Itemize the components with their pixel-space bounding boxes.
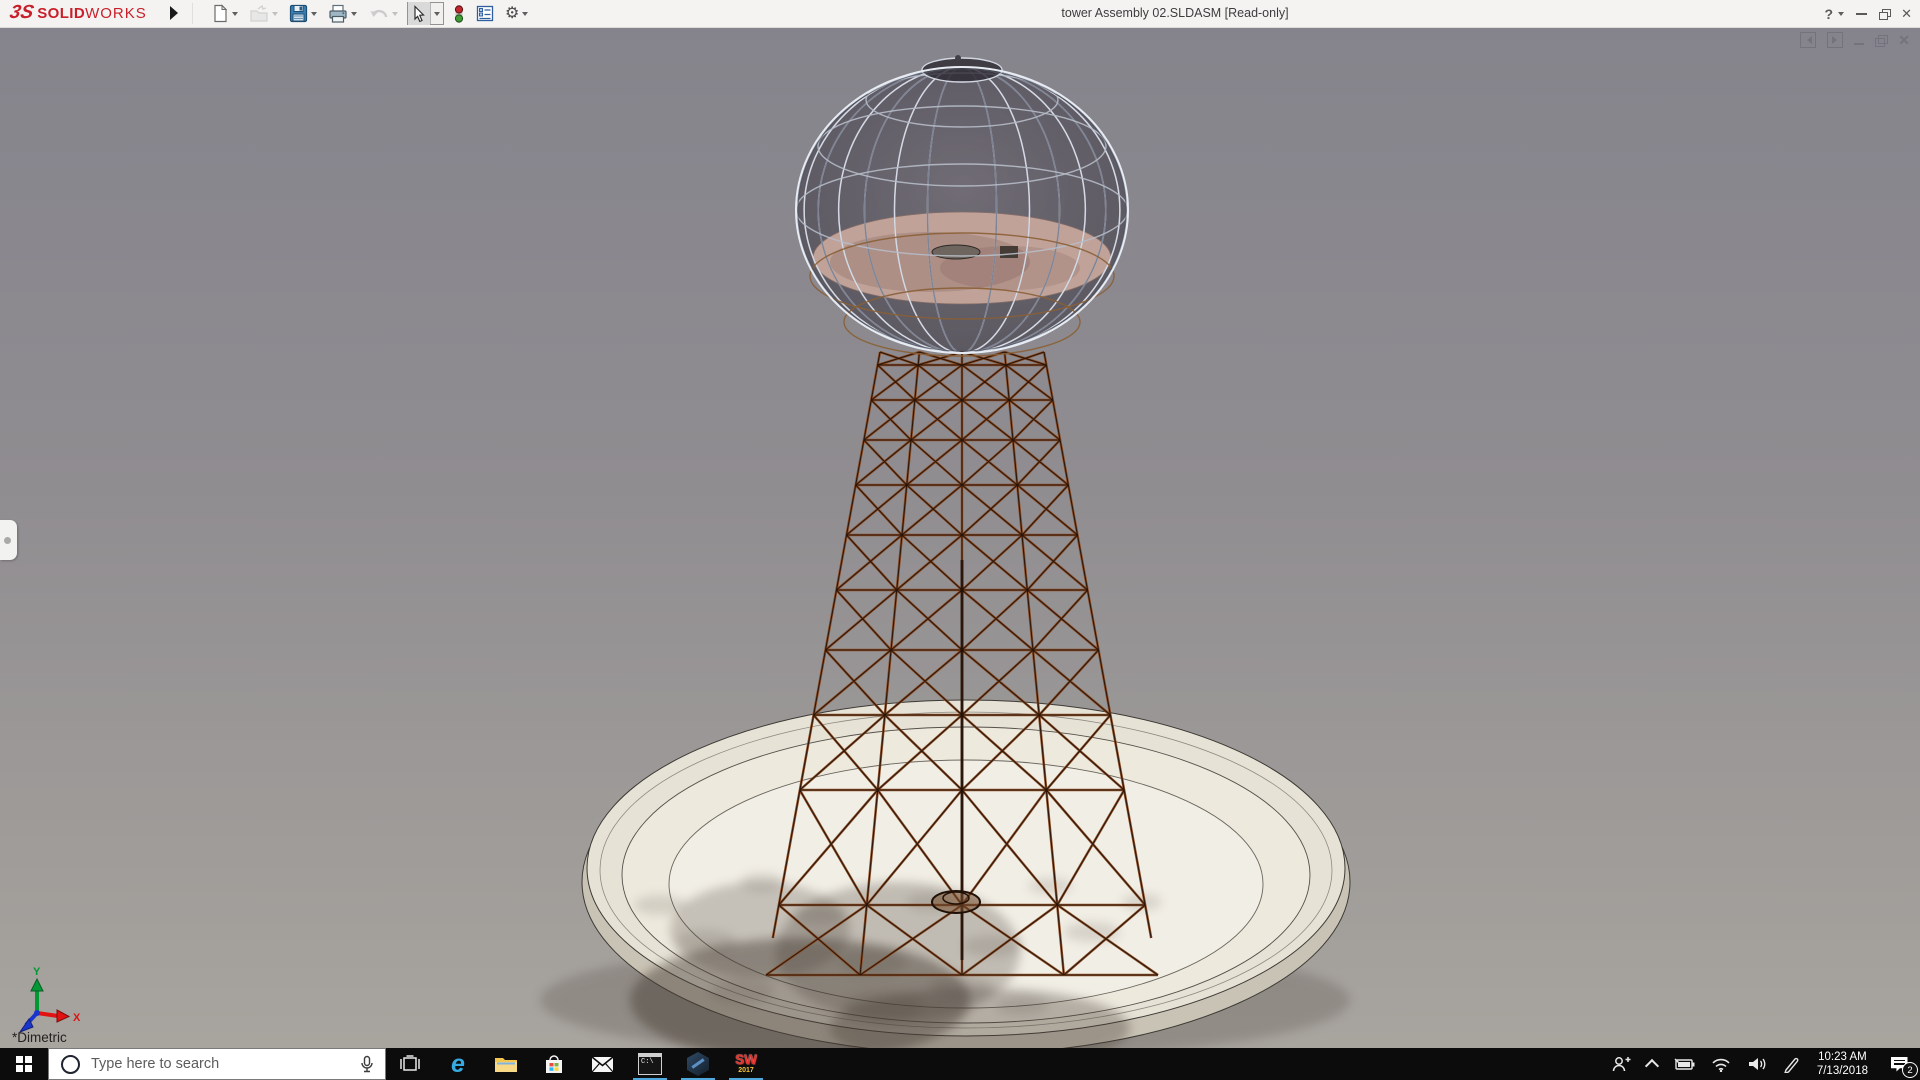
taskbar-app-store[interactable] bbox=[530, 1048, 578, 1080]
feature-tree-collapse-tab[interactable] bbox=[0, 520, 17, 560]
previous-window-icon[interactable] bbox=[1800, 32, 1817, 48]
speaker-icon bbox=[1748, 1058, 1766, 1070]
pen-button[interactable] bbox=[1775, 1048, 1807, 1080]
brand-works: WORKS bbox=[85, 5, 147, 22]
clock-time: 10:23 AM bbox=[1818, 1051, 1867, 1063]
taskbar-app-command-prompt[interactable]: C:\ bbox=[626, 1048, 674, 1080]
new-dropdown-caret[interactable] bbox=[232, 12, 238, 19]
mail-icon bbox=[590, 1055, 614, 1072]
options-dropdown-caret[interactable] bbox=[522, 12, 529, 19]
solidworks-2017-icon: SW 2017 bbox=[735, 1052, 757, 1074]
people-button[interactable] bbox=[1603, 1048, 1639, 1080]
search-input[interactable] bbox=[89, 1055, 359, 1073]
open-dropdown-caret bbox=[272, 12, 278, 19]
pen-icon bbox=[1784, 1057, 1799, 1073]
print-dropdown-caret[interactable] bbox=[351, 12, 357, 19]
task-view-icon bbox=[400, 1055, 420, 1071]
window-controls: ? ✕ bbox=[1825, 0, 1912, 27]
view-orientation-label: *Dimetric bbox=[12, 1030, 67, 1045]
taskbar-app-edge[interactable]: e bbox=[434, 1048, 482, 1080]
3ds-mark: 3S bbox=[7, 2, 36, 23]
traffic-light-icon bbox=[454, 4, 464, 23]
windows-taskbar: e C: bbox=[0, 1048, 1920, 1080]
select-dropdown-button[interactable] bbox=[430, 3, 443, 24]
select-tool-group bbox=[407, 2, 444, 25]
battery-icon bbox=[1674, 1058, 1695, 1070]
file-properties-button[interactable] bbox=[474, 4, 496, 23]
tab-dot-icon bbox=[4, 536, 11, 544]
hidden-icons-button[interactable] bbox=[1639, 1048, 1665, 1080]
undo-icon bbox=[370, 9, 388, 17]
cortana-icon bbox=[61, 1054, 80, 1074]
brand-solid: SOLID bbox=[37, 5, 86, 22]
file-properties-icon bbox=[476, 5, 494, 22]
windows-logo-icon bbox=[16, 1056, 32, 1072]
taskbar-app-file-explorer[interactable] bbox=[482, 1048, 530, 1080]
reference-triad: Y X Z bbox=[17, 966, 81, 1033]
select-cursor-icon bbox=[414, 4, 425, 22]
quick-access-toolbar: ⚙ bbox=[210, 1, 530, 26]
taskbar-app-composer[interactable] bbox=[674, 1048, 722, 1080]
file-explorer-icon bbox=[495, 1058, 517, 1072]
help-button[interactable]: ? bbox=[1825, 6, 1834, 22]
menu-flyout-arrow-icon[interactable] bbox=[170, 6, 178, 20]
graphics-area[interactable]: ✕ Y X Z *Dimetric bbox=[0, 28, 1920, 1048]
triad-x-label: X bbox=[73, 1012, 81, 1024]
triad-axes bbox=[18, 977, 71, 1033]
volume-button[interactable] bbox=[1739, 1048, 1775, 1080]
save-icon bbox=[289, 4, 308, 23]
doc-minimize-icon[interactable] bbox=[1854, 42, 1865, 46]
command-prompt-icon: C:\ bbox=[638, 1053, 662, 1075]
taskbar-clock[interactable]: 10:23 AM 7/13/2018 bbox=[1807, 1048, 1878, 1080]
help-dropdown-caret[interactable] bbox=[1838, 11, 1845, 19]
gear-icon: ⚙ bbox=[505, 4, 520, 22]
taskbar-app-mail[interactable] bbox=[578, 1048, 626, 1080]
toolbar-separator bbox=[192, 3, 193, 24]
document-title: tower Assembly 02.SLDASM [Read-only] bbox=[1061, 6, 1289, 20]
minimize-button[interactable] bbox=[1856, 12, 1868, 15]
solidworks-window: 3S SOLID WORKS ⚙ tower Assembly 02.SLDAS… bbox=[0, 0, 1920, 1080]
clock-date: 7/13/2018 bbox=[1816, 1065, 1868, 1077]
people-icon bbox=[1612, 1057, 1631, 1072]
print-button[interactable] bbox=[326, 3, 359, 24]
edge-icon: e bbox=[451, 1050, 465, 1078]
battery-button[interactable] bbox=[1665, 1048, 1703, 1080]
chevron-up-icon bbox=[1644, 1058, 1659, 1074]
options-button[interactable]: ⚙ bbox=[503, 4, 530, 24]
doc-close-icon[interactable]: ✕ bbox=[1898, 33, 1910, 47]
select-tool-button[interactable] bbox=[408, 2, 430, 25]
select-dropdown-caret bbox=[434, 12, 440, 19]
triad-y-label: Y bbox=[33, 966, 41, 978]
wifi-button[interactable] bbox=[1703, 1048, 1739, 1080]
next-window-icon[interactable] bbox=[1827, 32, 1844, 48]
save-button[interactable] bbox=[287, 3, 319, 24]
wifi-icon bbox=[1712, 1058, 1730, 1072]
store-icon bbox=[546, 1054, 562, 1073]
taskbar-app-solidworks[interactable]: SW 2017 bbox=[722, 1048, 770, 1080]
document-window-controls: ✕ bbox=[1800, 32, 1910, 48]
notification-badge: 2 bbox=[1902, 1062, 1918, 1078]
action-center-button[interactable]: 2 bbox=[1878, 1048, 1920, 1080]
taskbar-search[interactable] bbox=[48, 1048, 386, 1080]
interference-detection-button[interactable] bbox=[451, 3, 467, 25]
title-bar: 3S SOLID WORKS ⚙ tower Assembly 02.SLDAS… bbox=[0, 0, 1920, 28]
close-button[interactable]: ✕ bbox=[1901, 6, 1912, 22]
undo-button bbox=[366, 4, 400, 24]
new-document-icon bbox=[214, 4, 228, 23]
print-icon bbox=[329, 4, 347, 23]
start-button[interactable] bbox=[0, 1048, 48, 1080]
undo-dropdown-caret bbox=[392, 12, 398, 19]
doc-restore-icon[interactable] bbox=[1875, 34, 1889, 47]
microphone-icon[interactable] bbox=[359, 1055, 375, 1073]
save-dropdown-caret[interactable] bbox=[311, 12, 317, 19]
composer-hexagon-icon bbox=[687, 1052, 709, 1076]
open-icon bbox=[250, 4, 268, 22]
3d-model-tower-assembly[interactable] bbox=[0, 28, 1920, 1048]
restore-button[interactable] bbox=[1879, 9, 1892, 20]
solidworks-logo: 3S SOLID WORKS bbox=[7, 2, 147, 24]
system-tray: 10:23 AM 7/13/2018 2 bbox=[1603, 1048, 1920, 1080]
open-button[interactable] bbox=[247, 4, 280, 24]
new-document-button[interactable] bbox=[210, 3, 240, 24]
task-view-button[interactable] bbox=[386, 1048, 434, 1080]
